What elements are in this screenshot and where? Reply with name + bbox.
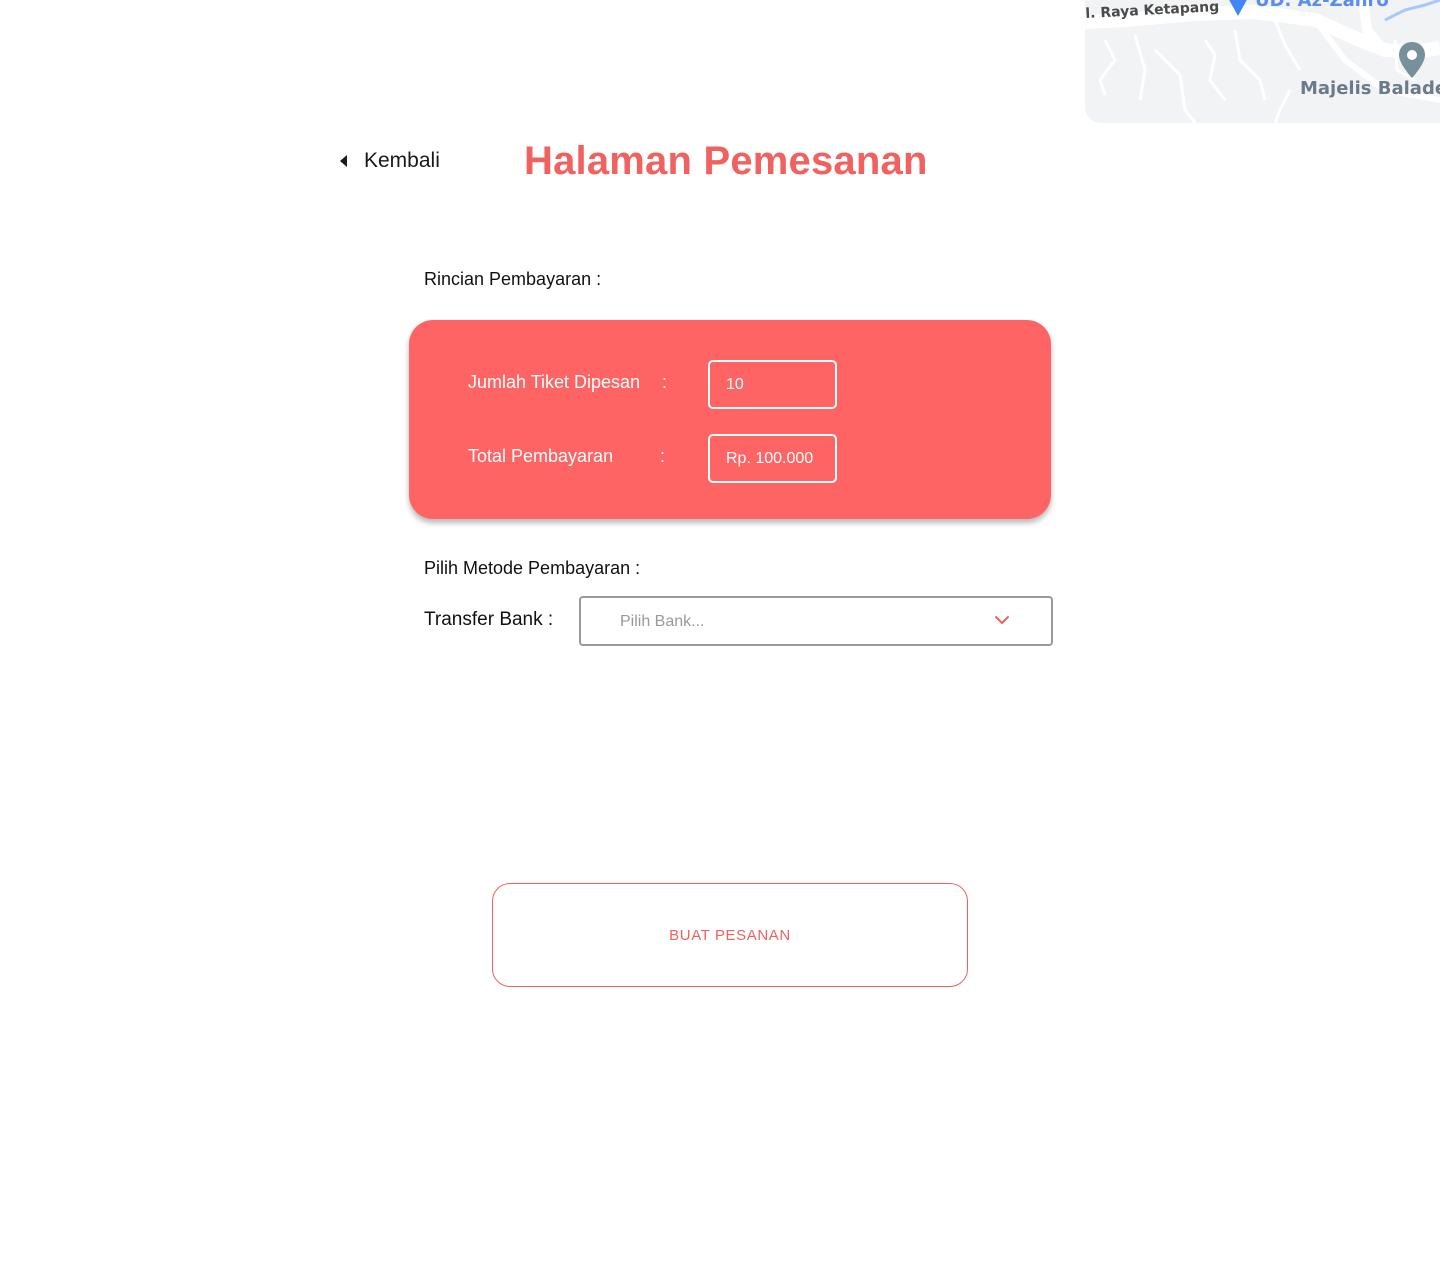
total-payment-field[interactable]: Rp. 100.000 — [708, 434, 837, 483]
page-title: Halaman Pemesanan — [524, 139, 928, 183]
create-order-button[interactable]: BUAT PESANAN — [492, 883, 968, 987]
ticket-count-colon: : — [662, 372, 668, 392]
bank-select-placeholder: Pilih Bank... — [620, 613, 705, 630]
payment-summary-card: Jumlah Tiket Dipesan : 10 Total Pembayar… — [409, 320, 1051, 519]
map-top-place-label: UD. Az-Zahro — [1255, 0, 1389, 11]
back-button[interactable]: Kembali — [340, 149, 440, 173]
payment-method-label: Pilih Metode Pembayaran : — [424, 558, 641, 578]
booking-page: l. Raya Ketapang UD. Az-Zahro Majelis Ba… — [0, 0, 1440, 1283]
caret-left-icon — [340, 155, 347, 167]
back-label: Kembali — [364, 149, 440, 172]
map-pin-icon — [1399, 42, 1425, 78]
ticket-count-field[interactable]: 10 — [708, 360, 837, 409]
location-map[interactable]: l. Raya Ketapang UD. Az-Zahro Majelis Ba… — [1085, 0, 1440, 123]
total-payment-label: Total Pembayaran — [468, 446, 614, 466]
transfer-bank-label: Transfer Bank : — [424, 609, 554, 630]
chevron-down-icon — [995, 616, 1009, 624]
map-place-label: Majelis Baladew — [1300, 78, 1440, 99]
ticket-count-label: Jumlah Tiket Dipesan — [468, 372, 641, 392]
bank-select[interactable]: Pilih Bank... — [579, 596, 1053, 646]
payment-details-label: Rincian Pembayaran : — [424, 269, 602, 289]
total-payment-colon: : — [660, 446, 666, 466]
create-order-label: BUAT PESANAN — [669, 926, 791, 944]
map-shop-pin-icon — [1229, 0, 1247, 16]
